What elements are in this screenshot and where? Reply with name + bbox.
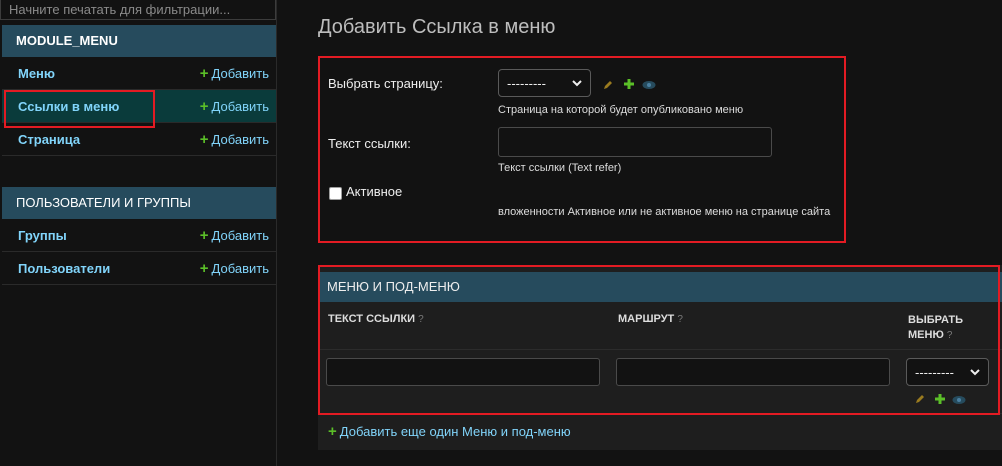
sidebar-item-label[interactable]: Группы [18, 228, 67, 243]
plus-icon[interactable] [623, 78, 635, 90]
inline-link-text-input[interactable] [326, 358, 600, 386]
add-label: Добавить [211, 261, 269, 276]
column-label: ТЕКСТ ССЫЛКИ [328, 313, 416, 325]
link-text-help: Текст ссылки (Text refer) [498, 162, 622, 174]
plus-icon: + [199, 65, 209, 82]
sidebar-item-label[interactable]: Страница [18, 132, 80, 147]
column-header-menu: ВЫБРАТЬ МЕНЮ ? [908, 313, 963, 343]
add-menu-link-link[interactable]: + Добавить [200, 98, 269, 115]
module-module-menu: MODULE_MENU Меню + Добавить Ссылки в меню… [2, 25, 276, 156]
add-menu-link[interactable]: + Добавить [200, 65, 269, 82]
plus-icon: + [199, 227, 209, 244]
help-icon: ? [946, 330, 953, 341]
add-another-label: Добавить еще один Меню и под-меню [339, 424, 571, 439]
page-field-label: Выбрать страницу: [328, 76, 443, 91]
chevron-down-icon [572, 80, 582, 87]
inline-menu-select-value: --------- [915, 364, 954, 380]
link-text-input[interactable] [498, 127, 772, 157]
sidebar-item-users[interactable]: Пользователи + Добавить [2, 252, 276, 285]
eye-icon[interactable] [952, 395, 966, 405]
inline-title: МЕНЮ И ПОД-МЕНЮ [318, 272, 1002, 302]
plus-icon: + [328, 423, 337, 440]
inline-menu-select[interactable]: --------- [906, 358, 989, 386]
column-label: ВЫБРАТЬ [908, 314, 964, 326]
add-another-inline-link[interactable]: + Добавить еще один Меню и под-меню [328, 423, 571, 440]
add-label: Добавить [211, 66, 269, 81]
plus-icon: + [199, 260, 209, 277]
plus-icon[interactable] [934, 393, 946, 405]
chevron-down-icon [970, 369, 980, 376]
page-select[interactable]: --------- [498, 69, 591, 97]
add-label: Добавить [211, 132, 269, 147]
page-select-value: --------- [507, 75, 546, 91]
plus-icon: + [199, 98, 209, 115]
sidebar-item-label[interactable]: Пользователи [18, 261, 110, 276]
active-label[interactable]: Активное [346, 184, 402, 199]
active-checkbox[interactable] [329, 187, 342, 200]
sidebar-item-page[interactable]: Страница + Добавить [2, 123, 276, 156]
inline-route-input[interactable] [616, 358, 890, 386]
pencil-icon[interactable] [914, 393, 926, 405]
column-header-link-text: ТЕКСТ ССЫЛКИ ? [328, 313, 424, 325]
sidebar: MODULE_MENU Меню +Добавить Ссылки в меню… [0, 0, 277, 466]
add-label: Добавить [211, 228, 269, 243]
eye-icon[interactable] [642, 80, 656, 90]
module-title[interactable]: ПОЛЬЗОВАТЕЛИ И ГРУППЫ [2, 187, 276, 219]
link-text-label: Текст ссылки: [328, 136, 411, 151]
help-icon: ? [418, 314, 424, 325]
add-user-link[interactable]: + Добавить [200, 260, 269, 277]
plus-icon: + [199, 131, 209, 148]
pencil-icon[interactable] [602, 79, 614, 91]
module-users-groups: ПОЛЬЗОВАТЕЛИ И ГРУППЫ Группы + Добавить П… [2, 187, 276, 285]
add-label: Добавить [211, 99, 269, 114]
active-help: вложенности Активное или не активное мен… [498, 206, 831, 218]
help-icon: ? [677, 314, 683, 325]
add-group-link[interactable]: + Добавить [200, 227, 269, 244]
sidebar-item-label[interactable]: Ссылки в меню [18, 99, 119, 114]
module-title[interactable]: MODULE_MENU [2, 25, 276, 57]
add-page-link[interactable]: + Добавить [200, 131, 269, 148]
sidebar-filter-input[interactable] [0, 0, 276, 20]
page-field-help: Страница на которой будет опубликовано м… [498, 104, 744, 116]
sidebar-item-menu-links[interactable]: Ссылки в меню + Добавить [2, 90, 276, 123]
column-label: МЕНЮ [908, 329, 944, 341]
divider [318, 349, 1002, 350]
sidebar-item-label[interactable]: Меню [18, 66, 55, 81]
column-header-route: МАРШРУТ ? [618, 313, 683, 325]
divider [318, 413, 1002, 414]
page-title: Добавить Ссылка в меню [318, 16, 556, 38]
column-label: МАРШРУТ [618, 313, 675, 325]
sidebar-item-menu[interactable]: Меню + Добавить [2, 57, 276, 90]
sidebar-item-groups[interactable]: Группы + Добавить [2, 219, 276, 252]
